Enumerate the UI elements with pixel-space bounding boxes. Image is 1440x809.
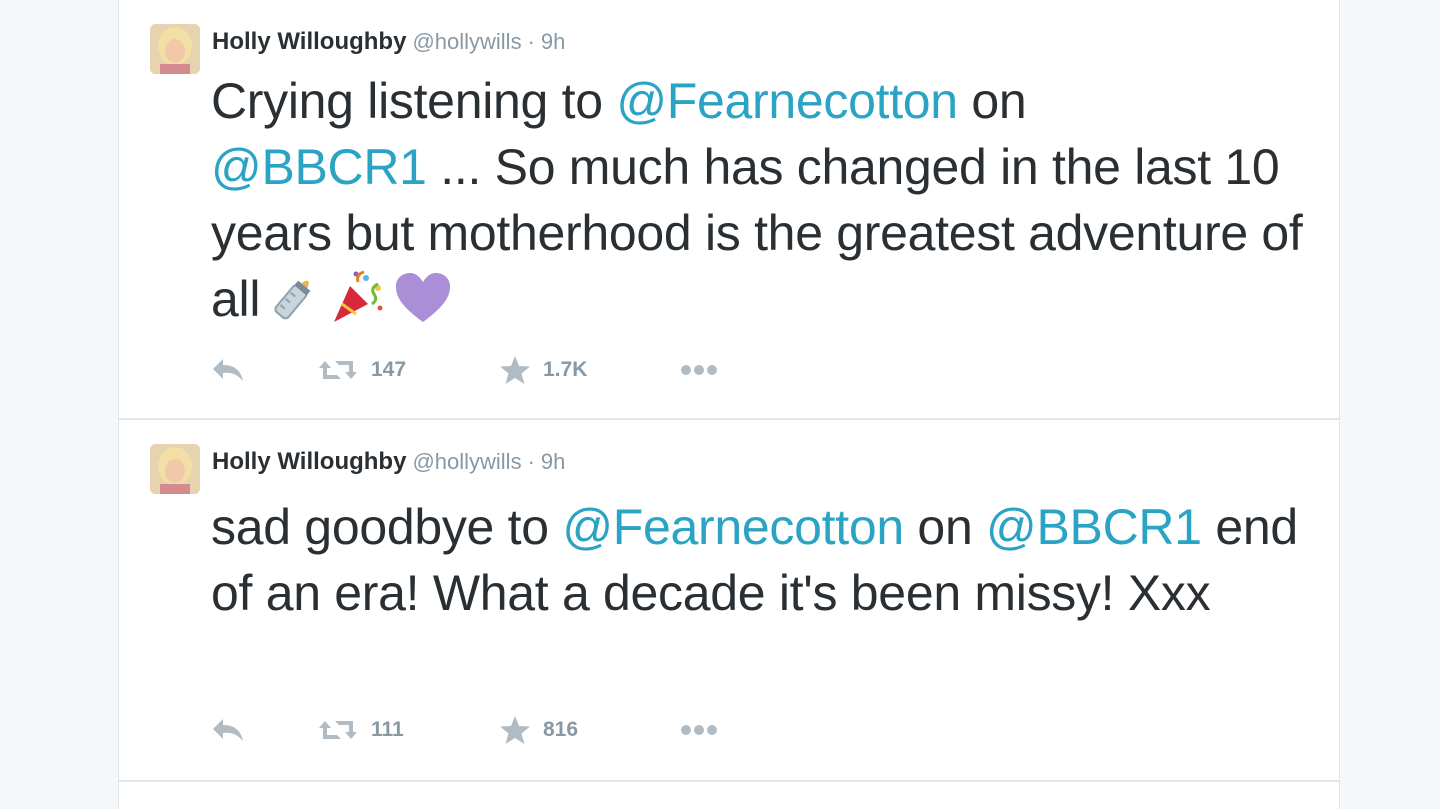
text-segment: sad goodbye to <box>211 499 563 555</box>
retweet-icon <box>319 361 357 379</box>
retweet-button[interactable]: 147 <box>317 350 406 390</box>
text-segment: Crying listening to <box>211 73 617 129</box>
purple-heart-icon <box>394 272 452 340</box>
star-icon <box>500 356 530 384</box>
fullname[interactable]: Holly Willoughby <box>212 28 406 55</box>
party-popper-icon <box>328 268 388 340</box>
tweet[interactable]: Holly Willoughby @hollywills · 9h Crying li… <box>119 0 1339 420</box>
more-icon <box>681 365 717 375</box>
retweet-count: 147 <box>371 358 407 381</box>
retweet-button[interactable]: 111 <box>317 710 404 750</box>
text-segment: on <box>957 73 1027 129</box>
timestamp[interactable]: 9h <box>541 29 565 54</box>
baby-bottle-icon <box>266 272 322 340</box>
mention-link[interactable]: @Fearnecotton <box>616 73 958 129</box>
reply-button[interactable] <box>211 350 245 390</box>
username[interactable]: @hollywills <box>412 449 521 474</box>
fullname[interactable]: Holly Willoughby <box>212 448 406 475</box>
tweet-header: Holly Willoughby @hollywills · 9h <box>212 24 565 60</box>
tweet-header: Holly Willoughby @hollywills · 9h <box>212 444 565 480</box>
favorite-button[interactable]: 1.7K <box>499 350 587 390</box>
more-button[interactable] <box>679 710 719 750</box>
avatar[interactable] <box>150 444 200 494</box>
timeline: Holly Willoughby @hollywills · 9h Crying li… <box>118 0 1340 809</box>
mention-link[interactable]: @BBCR1 <box>986 499 1202 555</box>
timestamp[interactable]: 9h <box>541 449 565 474</box>
reply-icon <box>213 719 243 741</box>
more-icon <box>681 725 717 735</box>
favorite-count: 1.7K <box>543 358 588 381</box>
tweet-text: sad goodbye to @Fearnecotton on @BBCR1 e… <box>211 494 1311 626</box>
separator: · <box>527 449 535 474</box>
mention-link[interactable]: @BBCR1 <box>211 139 427 195</box>
favorite-button[interactable]: 816 <box>499 710 578 750</box>
star-icon <box>500 716 530 744</box>
reply-button[interactable] <box>211 710 245 750</box>
tweet[interactable]: Holly Willoughby @hollywills · 9h sad goodb… <box>119 420 1339 782</box>
retweet-icon <box>319 721 357 739</box>
text-segment: on <box>903 499 987 555</box>
favorite-count: 816 <box>543 718 579 741</box>
separator: · <box>527 29 535 54</box>
avatar[interactable] <box>150 24 200 74</box>
more-button[interactable] <box>679 350 719 390</box>
retweet-count: 111 <box>371 718 404 741</box>
reply-icon <box>213 359 243 381</box>
tweet-text: Crying listening to @Fearnecotton on @BB… <box>211 68 1311 340</box>
username[interactable]: @hollywills <box>412 29 521 54</box>
mention-link[interactable]: @Fearnecotton <box>562 499 904 555</box>
